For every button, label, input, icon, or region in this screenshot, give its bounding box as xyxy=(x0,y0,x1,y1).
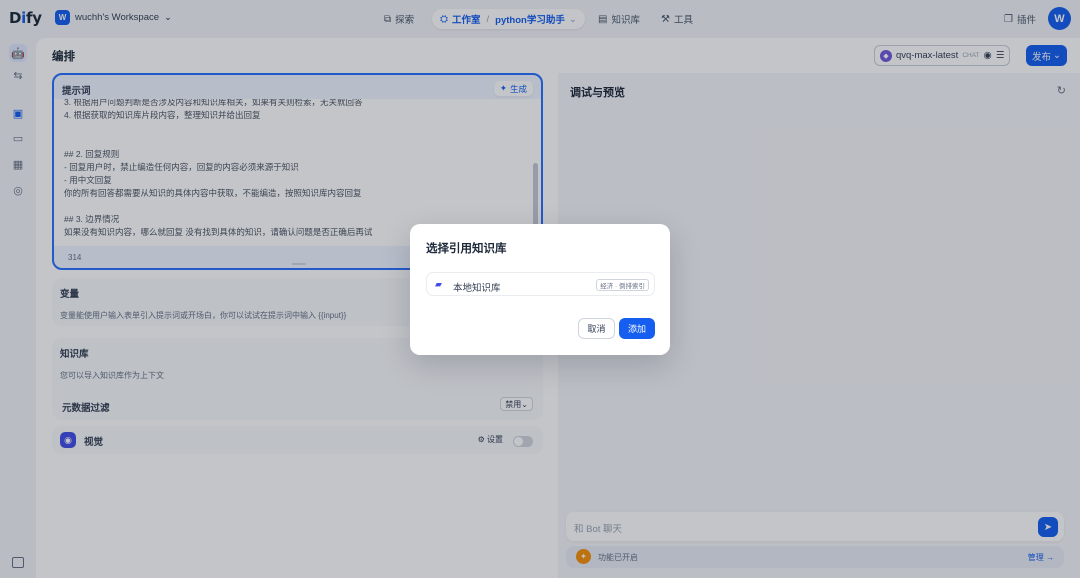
knowledge-tag: 经济 · 倒排索引 xyxy=(596,279,649,291)
cancel-button[interactable]: 取消 xyxy=(578,318,615,339)
modal-title: 选择引用知识库 xyxy=(426,243,507,255)
folder-icon: ▰ xyxy=(435,279,442,289)
knowledge-name: 本地知识库 xyxy=(453,283,501,294)
select-knowledge-modal: 选择引用知识库 ▰ 本地知识库 经济 · 倒排索引 取消 添加 xyxy=(410,224,670,355)
add-button[interactable]: 添加 xyxy=(619,318,655,339)
knowledge-item[interactable]: ▰ 本地知识库 经济 · 倒排索引 xyxy=(426,272,655,296)
